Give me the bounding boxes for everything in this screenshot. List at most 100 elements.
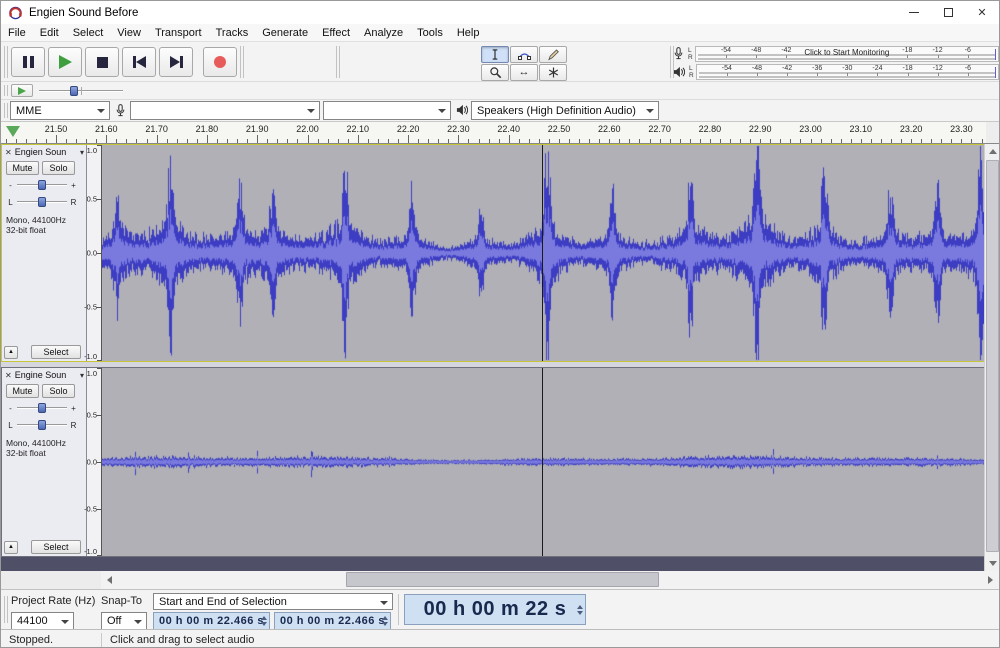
timeline-tick (96, 139, 97, 143)
pause-icon (23, 56, 34, 68)
horizontal-scrollbar[interactable] (1, 571, 999, 589)
timeline-tick (579, 139, 580, 143)
empty-track-space[interactable] (1, 557, 986, 571)
skip-to-start-button[interactable] (122, 47, 156, 77)
track-menu-arrow-icon[interactable]: ▾ (80, 371, 84, 380)
timeline-label: 21.70 (145, 124, 168, 134)
scroll-left-button[interactable] (101, 571, 118, 589)
spinner-icon[interactable] (382, 613, 388, 629)
toolbar-grip[interactable] (240, 46, 244, 78)
quick-play-marker-icon[interactable] (6, 126, 20, 137)
pan-slider[interactable] (17, 196, 67, 208)
scroll-right-button[interactable] (982, 571, 999, 589)
menu-transport[interactable]: Transport (148, 25, 209, 41)
timeline-ruler[interactable]: 21.5021.6021.7021.8021.9022.0022.1022.20… (1, 122, 986, 144)
scale-label: 1.0 (87, 369, 97, 378)
timeline-tick (519, 139, 520, 143)
waveform-canvas[interactable] (102, 368, 985, 556)
menu-edit[interactable]: Edit (33, 25, 66, 41)
gain-slider[interactable] (17, 179, 67, 191)
timeline-tick (106, 135, 107, 143)
play-button[interactable] (48, 47, 82, 77)
pause-button[interactable] (11, 47, 45, 77)
menu-select[interactable]: Select (66, 25, 111, 41)
toolbar-grip[interactable] (670, 46, 674, 78)
solo-button[interactable]: Solo (42, 161, 75, 175)
timeline-tick (479, 139, 480, 143)
edit-cursor (542, 145, 543, 361)
track-area: ✕ Engien Soun ▾ Mute Solo - + L R (1, 144, 999, 571)
gain-slider[interactable] (17, 402, 67, 414)
menu-effect[interactable]: Effect (315, 25, 357, 41)
vertical-scale-ruler[interactable]: 1.00.50.0-0.5-1.0 (87, 368, 102, 556)
snap-to-select[interactable]: Off (101, 612, 147, 630)
audio-host-select[interactable]: MME (10, 101, 110, 120)
spinner-icon[interactable] (261, 613, 267, 629)
timeline-tick (680, 139, 681, 143)
toolbar-grip[interactable] (4, 103, 8, 118)
stop-button[interactable] (85, 47, 119, 77)
menu-view[interactable]: View (110, 25, 148, 41)
track-close-button[interactable]: ✕ (5, 148, 12, 157)
playback-state: Stopped. (1, 634, 101, 646)
selection-end-field[interactable]: 00 h 00 m 22.466 s (274, 612, 391, 630)
play-at-speed-button[interactable] (11, 84, 33, 97)
menu-tools[interactable]: Tools (410, 25, 450, 41)
maximize-button[interactable] (931, 1, 965, 24)
solo-button[interactable]: Solo (42, 384, 75, 398)
audio-position-field[interactable]: 00 h 00 m 22 s (404, 594, 586, 625)
toolbar-grip[interactable] (4, 596, 8, 623)
vertical-scale-ruler[interactable]: 1.00.50.0-0.5-1.0 (87, 145, 102, 361)
horizontal-scrollbar-track[interactable] (118, 571, 982, 589)
vertical-scrollbar[interactable] (984, 144, 999, 571)
menu-help[interactable]: Help (450, 25, 487, 41)
track-menu-arrow-icon[interactable]: ▾ (80, 148, 84, 157)
track-close-button[interactable]: ✕ (5, 371, 12, 380)
close-button[interactable]: ✕ (965, 1, 999, 24)
scroll-up-button[interactable] (985, 144, 1000, 159)
selection-start-field[interactable]: 00 h 00 m 22.466 s (153, 612, 270, 630)
project-rate-select[interactable]: 44100 (11, 612, 74, 630)
recording-device-select[interactable] (130, 101, 320, 120)
timeline-tick (619, 139, 620, 143)
scroll-down-button[interactable] (985, 556, 1000, 571)
toolbar-grip[interactable] (4, 85, 8, 96)
record-button[interactable] (203, 47, 237, 77)
track-title[interactable]: Engine Soun (15, 370, 77, 380)
vertical-scrollbar-thumb[interactable] (986, 160, 999, 552)
menu-generate[interactable]: Generate (255, 25, 315, 41)
scale-tick (97, 368, 101, 369)
app-icon (8, 5, 23, 20)
mute-button[interactable]: Mute (6, 384, 39, 398)
timeline-tick (599, 139, 600, 143)
toolbar-grip[interactable] (4, 46, 8, 78)
menu-file[interactable]: File (1, 25, 33, 41)
scale-tick (97, 253, 101, 254)
selection-toolbar: Project Rate (Hz) Snap-To Start and End … (1, 589, 999, 629)
waveform-area[interactable] (102, 145, 985, 361)
toolbar-grip[interactable] (336, 46, 340, 78)
playback-device-select[interactable]: Speakers (High Definition Audio) (471, 101, 659, 120)
waveform-canvas[interactable] (102, 145, 985, 361)
select-button[interactable]: Select (31, 345, 81, 359)
mute-button[interactable]: Mute (6, 161, 39, 175)
collapse-button[interactable]: ▲ (4, 541, 18, 554)
play-speed-slider[interactable] (39, 85, 123, 97)
menu-tracks[interactable]: Tracks (209, 25, 256, 41)
collapse-button[interactable]: ▲ (4, 346, 18, 359)
timeline-tick (388, 139, 389, 143)
track-title[interactable]: Engien Soun (15, 147, 77, 157)
waveform-area[interactable] (102, 368, 985, 556)
selection-mode-select[interactable]: Start and End of Selection (153, 593, 393, 610)
track-row-2: ✕ Engine Soun ▾ Mute Solo - + L R (1, 367, 986, 557)
menu-analyze[interactable]: Analyze (357, 25, 410, 41)
minimize-button[interactable] (897, 1, 931, 24)
recording-channels-select[interactable] (323, 101, 451, 120)
timeline-tick (750, 139, 751, 143)
pan-slider[interactable] (17, 419, 67, 431)
timeline-tick (116, 139, 117, 143)
spinner-icon[interactable] (577, 595, 583, 624)
horizontal-scrollbar-thumb[interactable] (346, 572, 659, 587)
skip-to-end-button[interactable] (159, 47, 193, 77)
select-button[interactable]: Select (31, 540, 81, 554)
